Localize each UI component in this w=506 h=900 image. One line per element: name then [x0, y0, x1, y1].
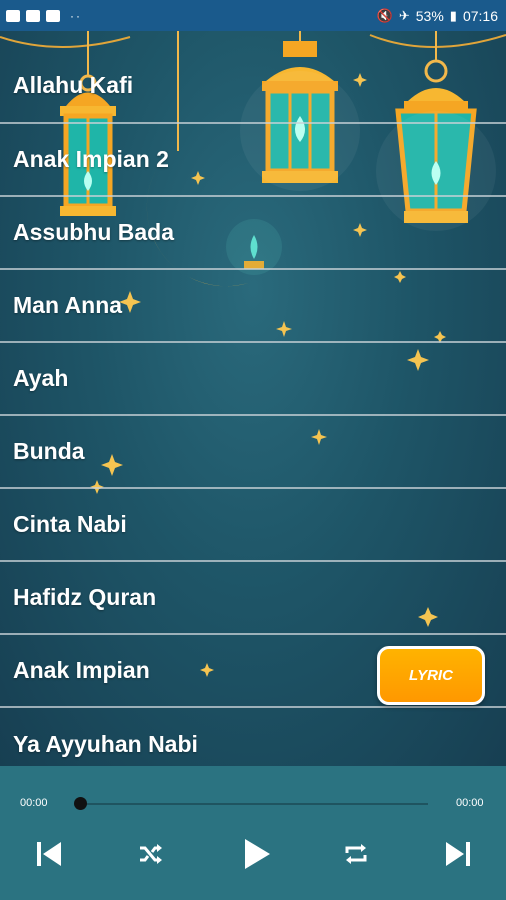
battery-percent: 53%: [415, 7, 444, 24]
mute-icon: 🔇: [376, 7, 393, 23]
current-time: 00:00: [20, 797, 48, 809]
song-item[interactable]: Man Anna: [0, 270, 506, 343]
youtube-icon: [6, 9, 20, 22]
seek-thumb[interactable]: [74, 797, 87, 810]
previous-button[interactable]: [30, 836, 66, 872]
song-item[interactable]: Ayah: [0, 343, 506, 416]
song-item[interactable]: Bunda: [0, 416, 506, 489]
shuffle-icon: [140, 844, 162, 864]
previous-icon: [37, 842, 61, 866]
youtube-icon: [46, 9, 60, 22]
airplane-icon: ✈: [398, 7, 410, 23]
play-button[interactable]: [238, 836, 274, 872]
duration-time: 00:00: [456, 797, 484, 809]
next-button[interactable]: [441, 836, 477, 872]
more-notifications-icon: ··: [70, 8, 82, 23]
next-icon: [446, 842, 470, 866]
flipboard-icon: [26, 9, 40, 22]
player-bar: 00:00 00:00: [0, 766, 506, 900]
song-item[interactable]: Anak Impian 2: [0, 124, 506, 197]
seek-bar[interactable]: [80, 803, 428, 805]
battery-icon: ▮: [449, 7, 457, 23]
lyric-button[interactable]: LYRIC: [377, 646, 485, 705]
play-icon: [245, 839, 270, 869]
repeat-icon: [345, 844, 367, 864]
song-item[interactable]: Hafidz Quran: [0, 562, 506, 635]
repeat-button[interactable]: [338, 836, 374, 872]
song-item[interactable]: Cinta Nabi: [0, 489, 506, 562]
shuffle-button[interactable]: [132, 836, 168, 872]
song-item[interactable]: Assubhu Bada: [0, 197, 506, 270]
status-bar: ·· 🔇 ✈ 53% ▮ 07:16: [0, 0, 506, 31]
song-item[interactable]: Allahu Kafi: [0, 31, 506, 124]
clock: 07:16: [462, 7, 498, 24]
